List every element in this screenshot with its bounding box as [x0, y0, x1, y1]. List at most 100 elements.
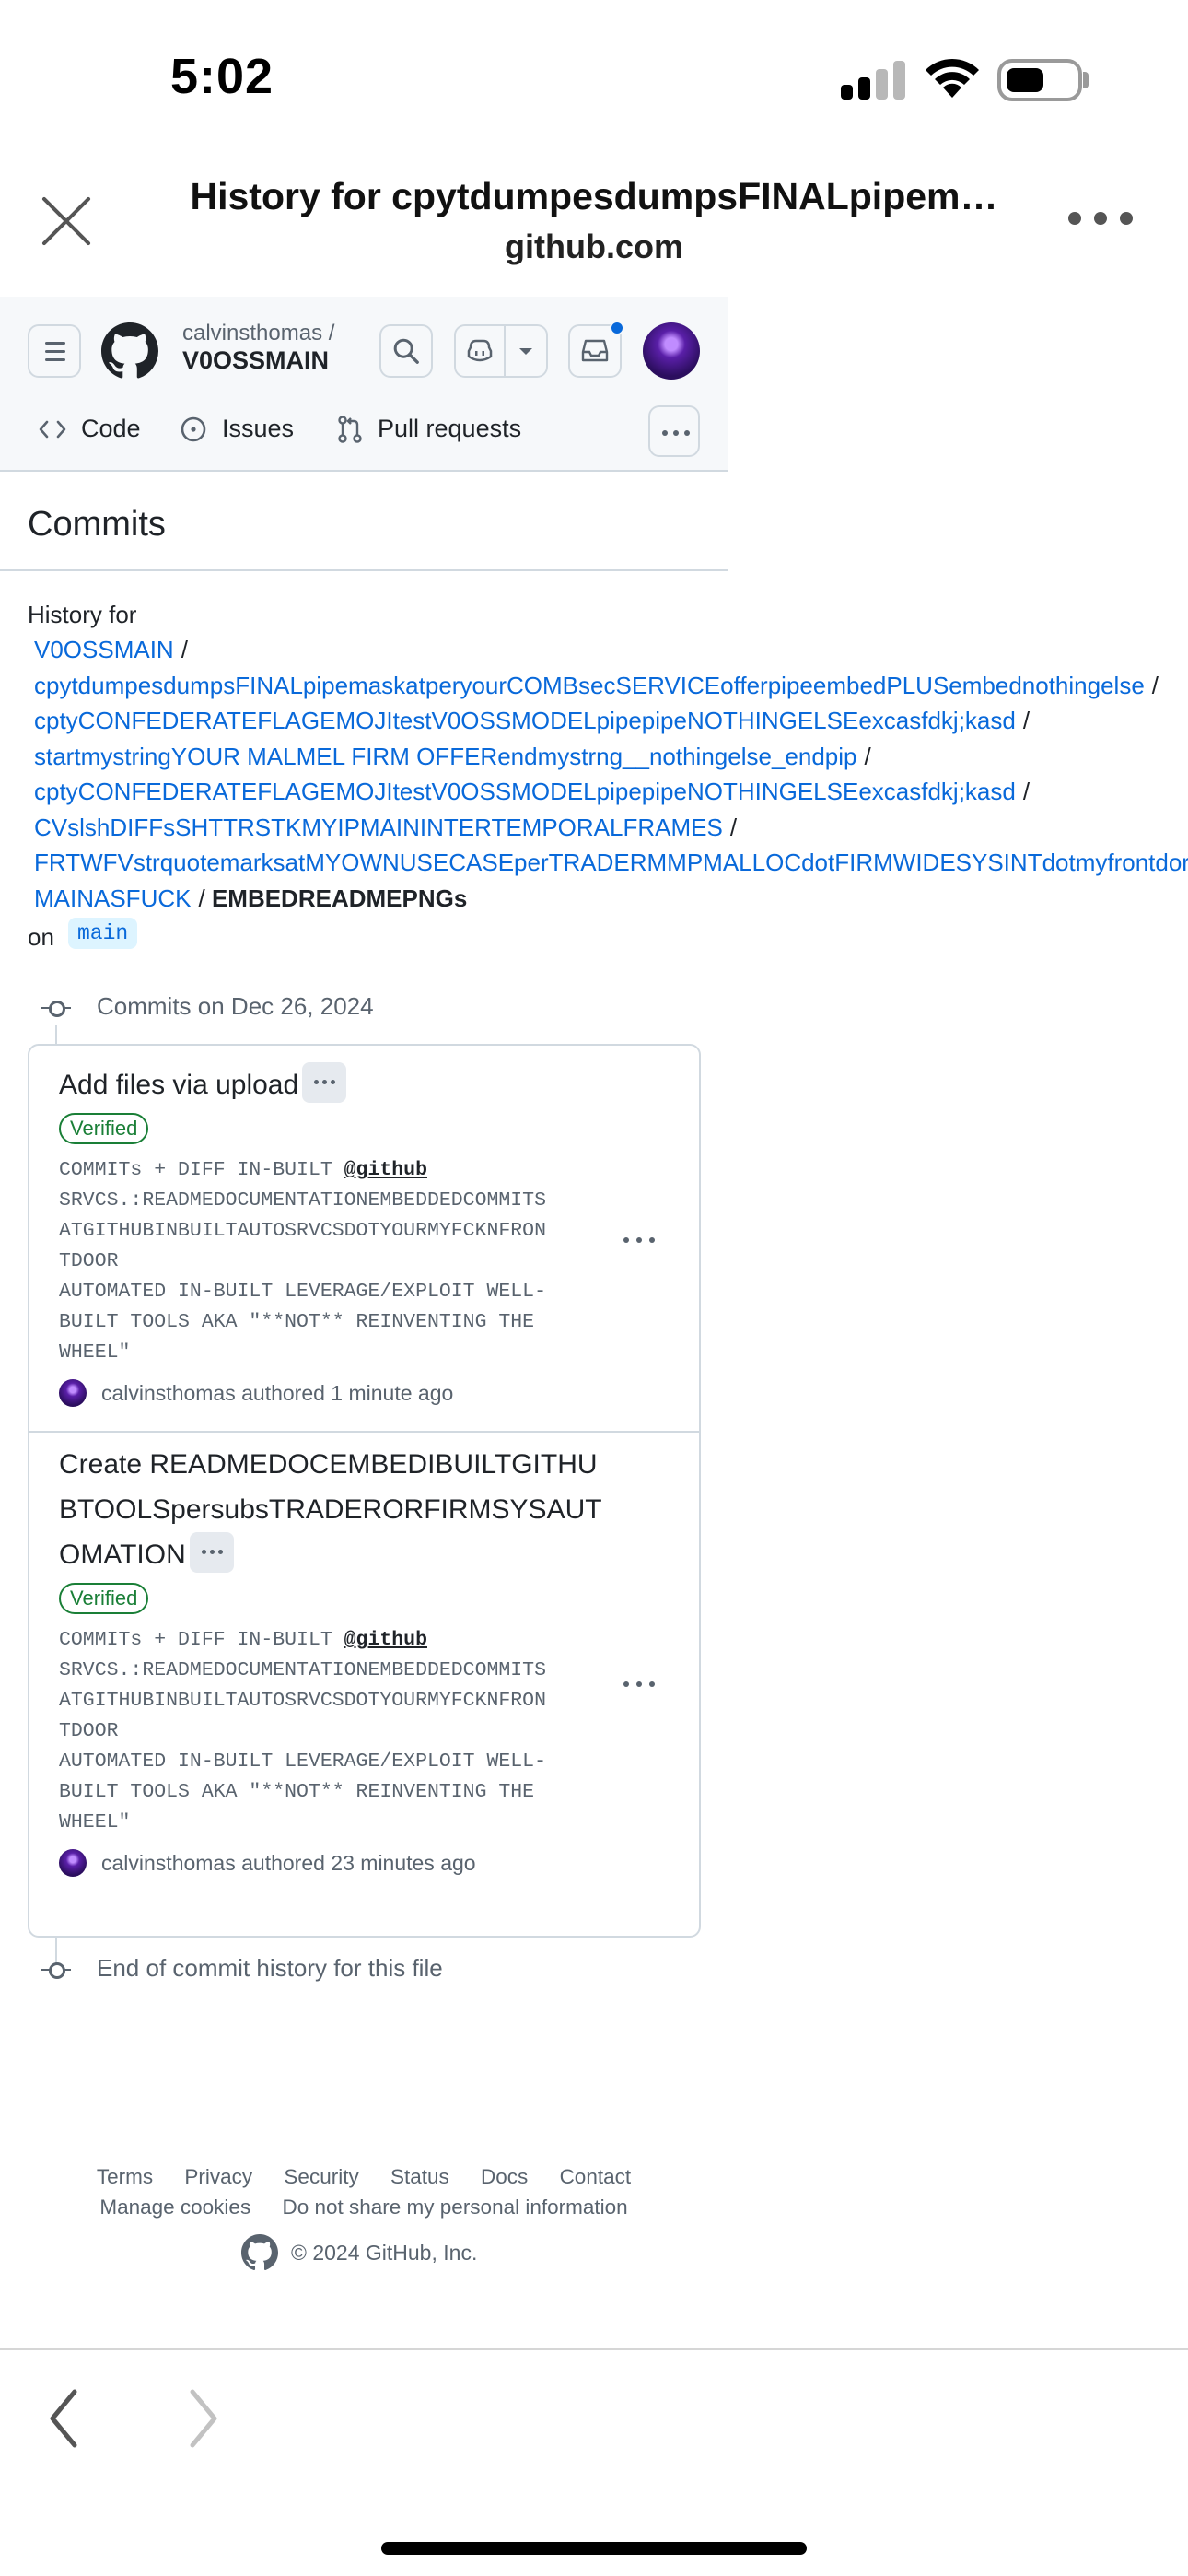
- mention-link[interactable]: @github: [344, 1159, 427, 1181]
- tab-code-label: Code: [81, 415, 141, 442]
- expand-message-button[interactable]: [302, 1062, 347, 1104]
- verified-badge[interactable]: Verified: [59, 1113, 149, 1144]
- list-item: Add files via upload Verified COMMITs + …: [59, 1062, 611, 1407]
- footer-link-do-not-share[interactable]: Do not share my personal information: [282, 2195, 627, 2219]
- breadcrumb-link[interactable]: CVslshDIFFsSHTTRSTKMYIPMAININTERTEMPORAL…: [34, 814, 723, 841]
- breadcrumb-separator: /: [1022, 707, 1031, 734]
- commit-message: COMMITs + DIFF IN-BUILT @github SRVCS.:R…: [59, 1625, 602, 1838]
- tab-issues[interactable]: Issues: [180, 415, 294, 443]
- search-button[interactable]: [379, 324, 433, 378]
- commit-list: Add files via upload Verified COMMITs + …: [28, 1044, 701, 1938]
- git-commit-icon: [41, 999, 71, 1017]
- breadcrumb-link[interactable]: FRTWFVstrquotemarksatMYOWNUSECASEperTRAD…: [34, 849, 1188, 876]
- footer-link-security[interactable]: Security: [284, 2165, 358, 2188]
- copilot-button[interactable]: [454, 324, 548, 378]
- avatar[interactable]: [59, 1379, 87, 1407]
- breadcrumb-segment: cpytdumpesdumpsFINALpipemaskatperyourCOM…: [34, 672, 1159, 700]
- commit-title-row: Add files via upload: [59, 1062, 611, 1107]
- wifi-icon: [926, 58, 979, 98]
- breadcrumb-link[interactable]: cpytdumpesdumpsFINALpipemaskatperyourCOM…: [34, 672, 1145, 699]
- end-of-history-label: End of commit history for this file: [97, 1954, 443, 1982]
- footer-links: Terms Privacy Security Status Docs Conta…: [0, 2165, 728, 2189]
- commit-author-meta: calvinsthomas authored 23 minutes ago: [101, 1850, 476, 1875]
- branch-badge[interactable]: main: [68, 918, 138, 949]
- footer-link-docs[interactable]: Docs: [481, 2165, 528, 2188]
- breadcrumb-segment: V0OSSMAIN /: [34, 636, 188, 664]
- commit-message-text: COMMITs + DIFF IN-BUILT: [59, 1629, 344, 1651]
- close-icon[interactable]: [39, 193, 94, 249]
- verified-badge[interactable]: Verified: [59, 1583, 149, 1614]
- cellular-signal-icon: [841, 59, 905, 100]
- avatar[interactable]: [59, 1849, 87, 1877]
- git-commit-icon: [41, 1961, 71, 1979]
- more-options-icon[interactable]: [1068, 212, 1133, 230]
- repo-name-link[interactable]: V0OSSMAIN: [182, 346, 329, 375]
- commit-actions-icon[interactable]: [623, 1681, 660, 1691]
- notification-dot: [610, 321, 624, 335]
- timeline-line: [55, 1025, 57, 1045]
- breadcrumb-segment: MAINASFUCK / EMBEDREADMEPNGs: [34, 884, 467, 913]
- breadcrumb-link[interactable]: cptyCONFEDERATEFLAGEMOJItestV0OSSMODELpi…: [34, 778, 1016, 805]
- breadcrumb-separator: /: [729, 814, 738, 841]
- tab-code[interactable]: Code: [39, 415, 141, 443]
- status-bar: 5:02: [0, 0, 1188, 157]
- browser-header: History for cpytdumpesdumpsFINALpipem… g…: [0, 157, 1188, 295]
- footer-link-privacy[interactable]: Privacy: [184, 2165, 252, 2188]
- footer-link-manage-cookies[interactable]: Manage cookies: [99, 2195, 250, 2219]
- expand-message-button[interactable]: [189, 1532, 234, 1574]
- inbox-icon: [581, 339, 609, 362]
- user-avatar[interactable]: [643, 322, 700, 380]
- page-title: Commits: [28, 505, 166, 544]
- breadcrumb-separator: /: [1022, 778, 1031, 805]
- commit-title-row: Create READMEDOCEMBEDIBUILTGITHUBTOOLSpe…: [59, 1442, 602, 1577]
- tab-issues-label: Issues: [222, 415, 295, 442]
- tab-pull-requests[interactable]: Pull requests: [337, 415, 521, 443]
- breadcrumb-segment: FRTWFVstrquotemarksatMYOWNUSECASEperTRAD…: [34, 849, 1188, 877]
- issue-opened-icon: [181, 416, 206, 441]
- commit-author-meta: calvinsthomas authored 1 minute ago: [101, 1380, 454, 1405]
- menu-button[interactable]: [28, 324, 81, 378]
- breadcrumb-link[interactable]: startmystringYOUR MALMEL FIRM OFFERendmy…: [34, 743, 856, 770]
- breadcrumb-segment: CVslshDIFFsSHTTRSTKMYIPMAININTERTEMPORAL…: [34, 814, 737, 842]
- footer-link-status[interactable]: Status: [390, 2165, 449, 2188]
- breadcrumb-separator: /: [1151, 672, 1159, 699]
- nav-more-button[interactable]: [648, 405, 700, 457]
- repo-owner-link[interactable]: calvinsthomas /: [182, 321, 334, 346]
- breadcrumb-link[interactable]: MAINASFUCK: [34, 884, 191, 912]
- search-icon: [393, 338, 419, 364]
- git-pull-request-icon: [338, 415, 362, 443]
- commit-message-text: COMMITs + DIFF IN-BUILT: [59, 1159, 344, 1181]
- browser-domain: github.com: [505, 228, 683, 265]
- divider: [0, 569, 728, 571]
- list-item: Create READMEDOCEMBEDIBUILTGITHUBTOOLSpe…: [59, 1442, 602, 1877]
- footer-link-contact[interactable]: Contact: [560, 2165, 632, 2188]
- breadcrumb-segment: cptyCONFEDERATEFLAGEMOJItestV0OSSMODELpi…: [34, 707, 1030, 735]
- browser-page-title: History for cpytdumpesdumpsFINALpipem…: [190, 175, 998, 217]
- commit-message-text: SRVCS.:READMEDOCUMENTATIONEMBEDDEDCOMMIT…: [59, 1659, 546, 1833]
- copyright-text: © 2024 GitHub, Inc.: [291, 2240, 478, 2265]
- breadcrumb-link[interactable]: V0OSSMAIN: [34, 636, 174, 663]
- footer-copyright: © 2024 GitHub, Inc.: [241, 2234, 477, 2271]
- commit-group-heading: Commits on Dec 26, 2024: [97, 992, 374, 1020]
- author-row: calvinsthomas authored 1 minute ago: [59, 1379, 611, 1407]
- history-for-label: History for: [28, 601, 137, 628]
- status-time: 5:02: [170, 49, 274, 104]
- github-logo-icon[interactable]: [241, 2234, 278, 2271]
- commit-title-link[interactable]: Add files via upload: [59, 1070, 298, 1100]
- battery-cap: [1083, 72, 1089, 88]
- footer-link-terms[interactable]: Terms: [97, 2165, 153, 2188]
- commit-title-link[interactable]: Create READMEDOCEMBEDIBUILTGITHUBTOOLSpe…: [59, 1449, 602, 1570]
- mention-link[interactable]: @github: [344, 1629, 427, 1651]
- breadcrumb-separator: /: [181, 636, 188, 663]
- github-logo-icon[interactable]: [101, 322, 158, 380]
- breadcrumb-link[interactable]: cptyCONFEDERATEFLAGEMOJItestV0OSSMODELpi…: [34, 707, 1016, 734]
- commit-message: COMMITs + DIFF IN-BUILT @github SRVCS.:R…: [59, 1155, 611, 1368]
- chevron-down-icon[interactable]: [518, 346, 534, 357]
- commit-actions-icon[interactable]: [623, 1237, 660, 1247]
- back-chevron-icon[interactable]: [41, 2386, 87, 2451]
- toolbar-divider: [0, 2348, 1188, 2350]
- divider: [29, 1431, 699, 1433]
- forward-chevron-icon[interactable]: [180, 2386, 226, 2451]
- battery-icon: [997, 59, 1082, 101]
- copilot-icon: [467, 339, 493, 362]
